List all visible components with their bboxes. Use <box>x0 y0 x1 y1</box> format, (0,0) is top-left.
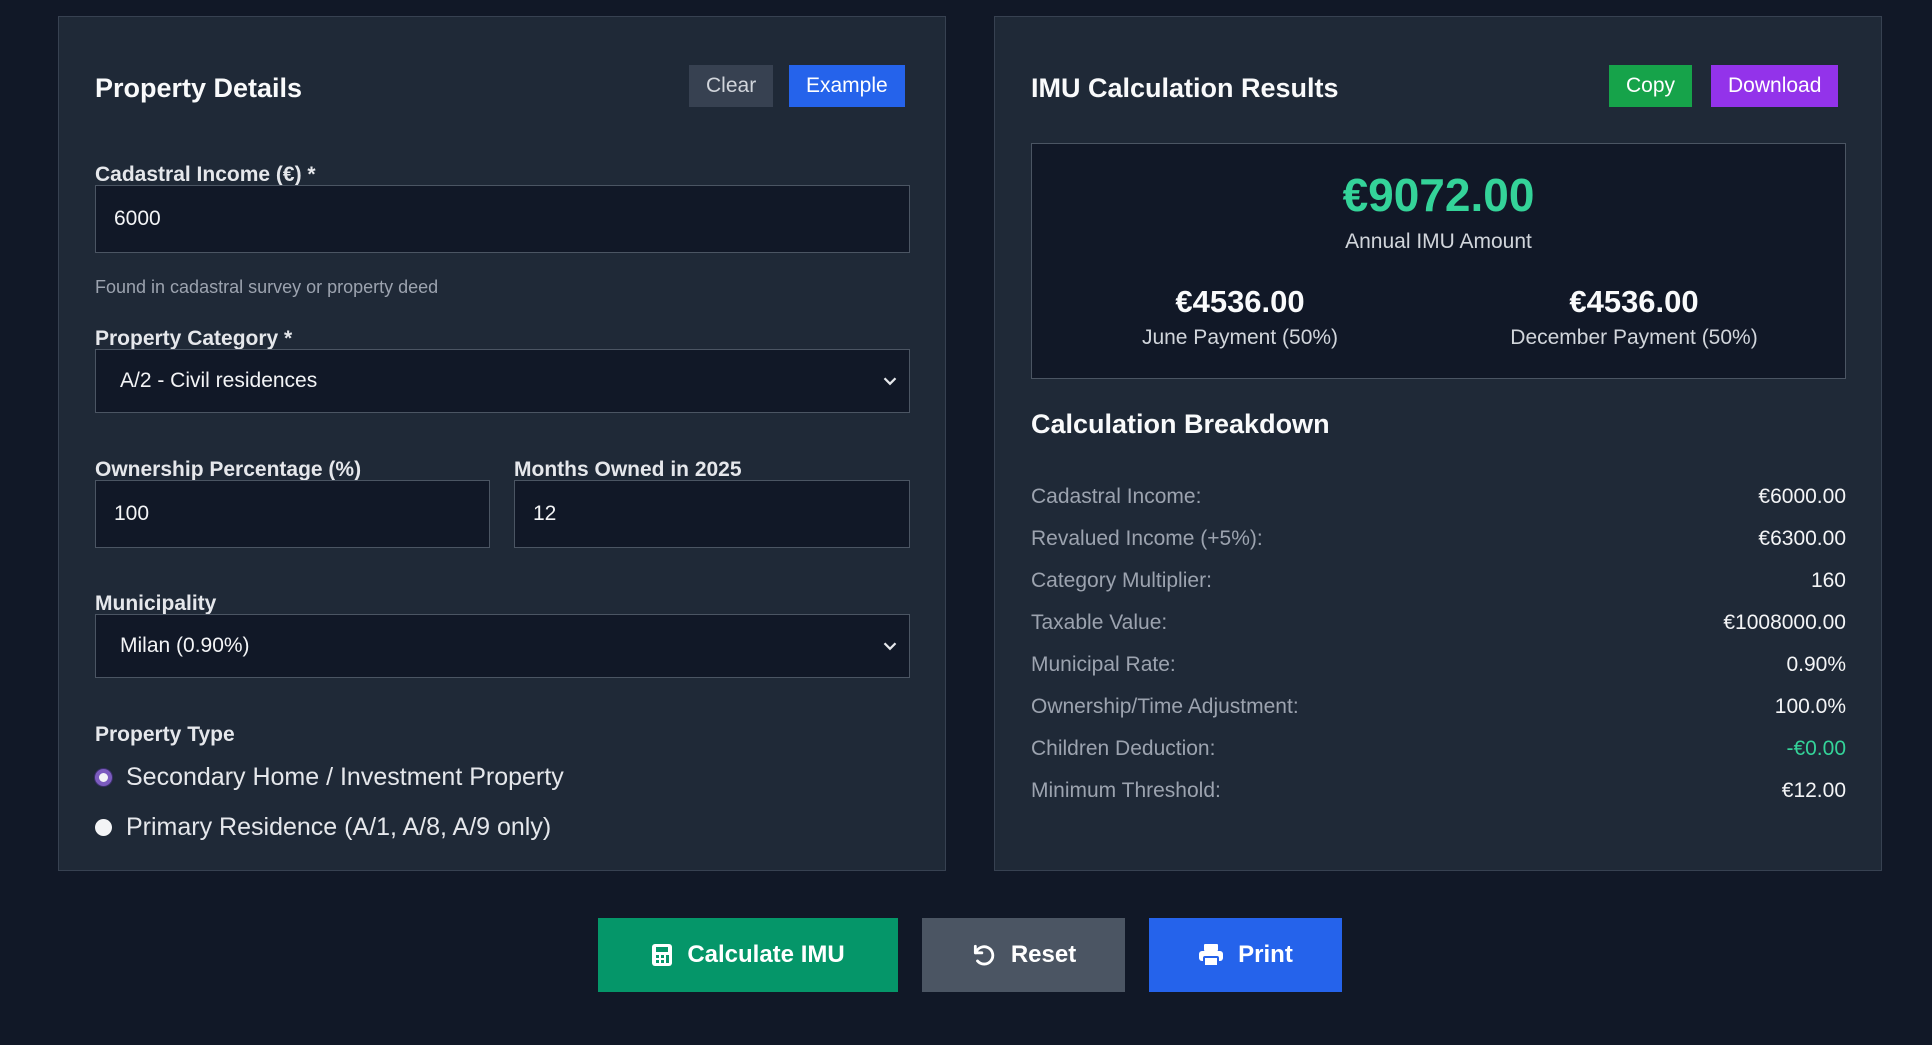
breakdown-label: Taxable Value: <box>1031 611 1168 634</box>
radio-primary-residence-label: Primary Residence (A/1, A/8, A/9 only) <box>126 813 552 841</box>
cadastral-income-hint: Found in cadastral survey or property de… <box>95 277 439 297</box>
property-category-label: Property Category * <box>95 327 293 350</box>
radio-secondary-home-label: Secondary Home / Investment Property <box>126 763 564 791</box>
municipality-value: Milan (0.90%) <box>120 634 250 657</box>
breakdown-value: 160 <box>1810 569 1846 592</box>
breakdown-row: Cadastral Income: €6000.00 <box>1031 485 1846 515</box>
print-label: Print <box>1238 941 1293 968</box>
results-panel: IMU Calculation Results Copy Download €9… <box>994 16 1882 871</box>
municipality-label: Municipality <box>95 592 217 615</box>
printer-icon <box>1199 944 1224 967</box>
ownership-percentage-input[interactable]: 100 <box>95 480 490 548</box>
calculate-imu-label: Calculate IMU <box>687 941 845 968</box>
property-category-value: A/2 - Civil residences <box>120 369 318 392</box>
annual-imu-amount: €9072.00 <box>1342 169 1535 221</box>
undo-icon <box>973 944 995 966</box>
months-owned-label: Months Owned in 2025 <box>514 458 742 481</box>
breakdown-row: Ownership/Time Adjustment: 100.0% <box>1031 695 1846 725</box>
example-button[interactable]: Example <box>789 65 905 107</box>
breakdown-row: Category Multiplier: 160 <box>1031 569 1846 599</box>
reset-button[interactable]: Reset <box>922 918 1125 992</box>
june-payment-label: June Payment (50%) <box>1141 326 1339 349</box>
property-details-title: Property Details <box>95 73 303 103</box>
property-details-panel: Property Details Clear Example Cadastral… <box>58 16 946 871</box>
municipality-select[interactable]: Milan (0.90%) <box>95 614 910 678</box>
june-payment-amount: €4536.00 <box>1175 284 1305 319</box>
breakdown-label: Minimum Threshold: <box>1031 779 1221 802</box>
breakdown-row: Minimum Threshold: €12.00 <box>1031 779 1846 809</box>
breakdown-row: Taxable Value: €1008000.00 <box>1031 611 1846 641</box>
breakdown-label: Ownership/Time Adjustment: <box>1031 695 1299 718</box>
breakdown-row: Municipal Rate: 0.90% <box>1031 653 1846 683</box>
radio-secondary-home[interactable]: Secondary Home / Investment Property <box>95 763 564 792</box>
download-button[interactable]: Download <box>1711 65 1839 107</box>
breakdown-value: €6000.00 <box>1758 485 1846 508</box>
december-payment-amount: €4536.00 <box>1569 284 1699 319</box>
chevron-down-icon <box>883 642 897 651</box>
breakdown-value: €1008000.00 <box>1723 611 1846 634</box>
breakdown-value: €12.00 <box>1781 779 1846 802</box>
radio-unselected-icon[interactable] <box>95 819 112 836</box>
calculator-icon <box>652 944 673 966</box>
breakdown-value: 100.0% <box>1774 695 1846 718</box>
breakdown-label: Cadastral Income: <box>1031 485 1202 508</box>
december-payment-label: December Payment (50%) <box>1510 326 1758 349</box>
radio-primary-residence[interactable]: Primary Residence (A/1, A/8, A/9 only) <box>95 813 551 842</box>
breakdown-row: Revalued Income (+5%): €6300.00 <box>1031 527 1846 557</box>
reset-label: Reset <box>1010 941 1077 968</box>
results-title: IMU Calculation Results <box>1031 73 1339 103</box>
property-category-select[interactable]: A/2 - Civil residences <box>95 349 910 413</box>
calculate-imu-button[interactable]: Calculate IMU <box>598 918 898 992</box>
cadastral-income-label: Cadastral Income (€) * <box>95 163 316 186</box>
print-button[interactable]: Print <box>1149 918 1342 992</box>
clear-button[interactable]: Clear <box>689 65 774 107</box>
result-summary-box: €9072.00 Annual IMU Amount €4536.00 June… <box>1031 143 1846 379</box>
breakdown-title: Calculation Breakdown <box>1031 409 1330 439</box>
december-payment: €4536.00 December Payment (50%) <box>1434 284 1834 350</box>
radio-selected-icon[interactable] <box>95 769 112 786</box>
breakdown-row: Children Deduction: -€0.00 <box>1031 737 1846 767</box>
breakdown-label: Category Multiplier: <box>1031 569 1212 592</box>
property-type-label: Property Type <box>95 723 235 746</box>
breakdown-label: Municipal Rate: <box>1031 653 1176 676</box>
june-payment: €4536.00 June Payment (50%) <box>1040 284 1440 350</box>
months-owned-input[interactable]: 12 <box>514 480 910 548</box>
breakdown-label: Revalued Income (+5%): <box>1031 527 1263 550</box>
breakdown-value: -€0.00 <box>1786 737 1846 760</box>
ownership-percentage-label: Ownership Percentage (%) <box>95 458 362 481</box>
breakdown-label: Children Deduction: <box>1031 737 1216 760</box>
cadastral-income-input[interactable]: 6000 <box>95 185 910 253</box>
breakdown-value: 0.90% <box>1786 653 1846 676</box>
breakdown-value: €6300.00 <box>1758 527 1846 550</box>
annual-imu-label: Annual IMU Amount <box>1345 230 1532 253</box>
copy-button[interactable]: Copy <box>1609 65 1693 107</box>
chevron-down-icon <box>883 377 897 386</box>
